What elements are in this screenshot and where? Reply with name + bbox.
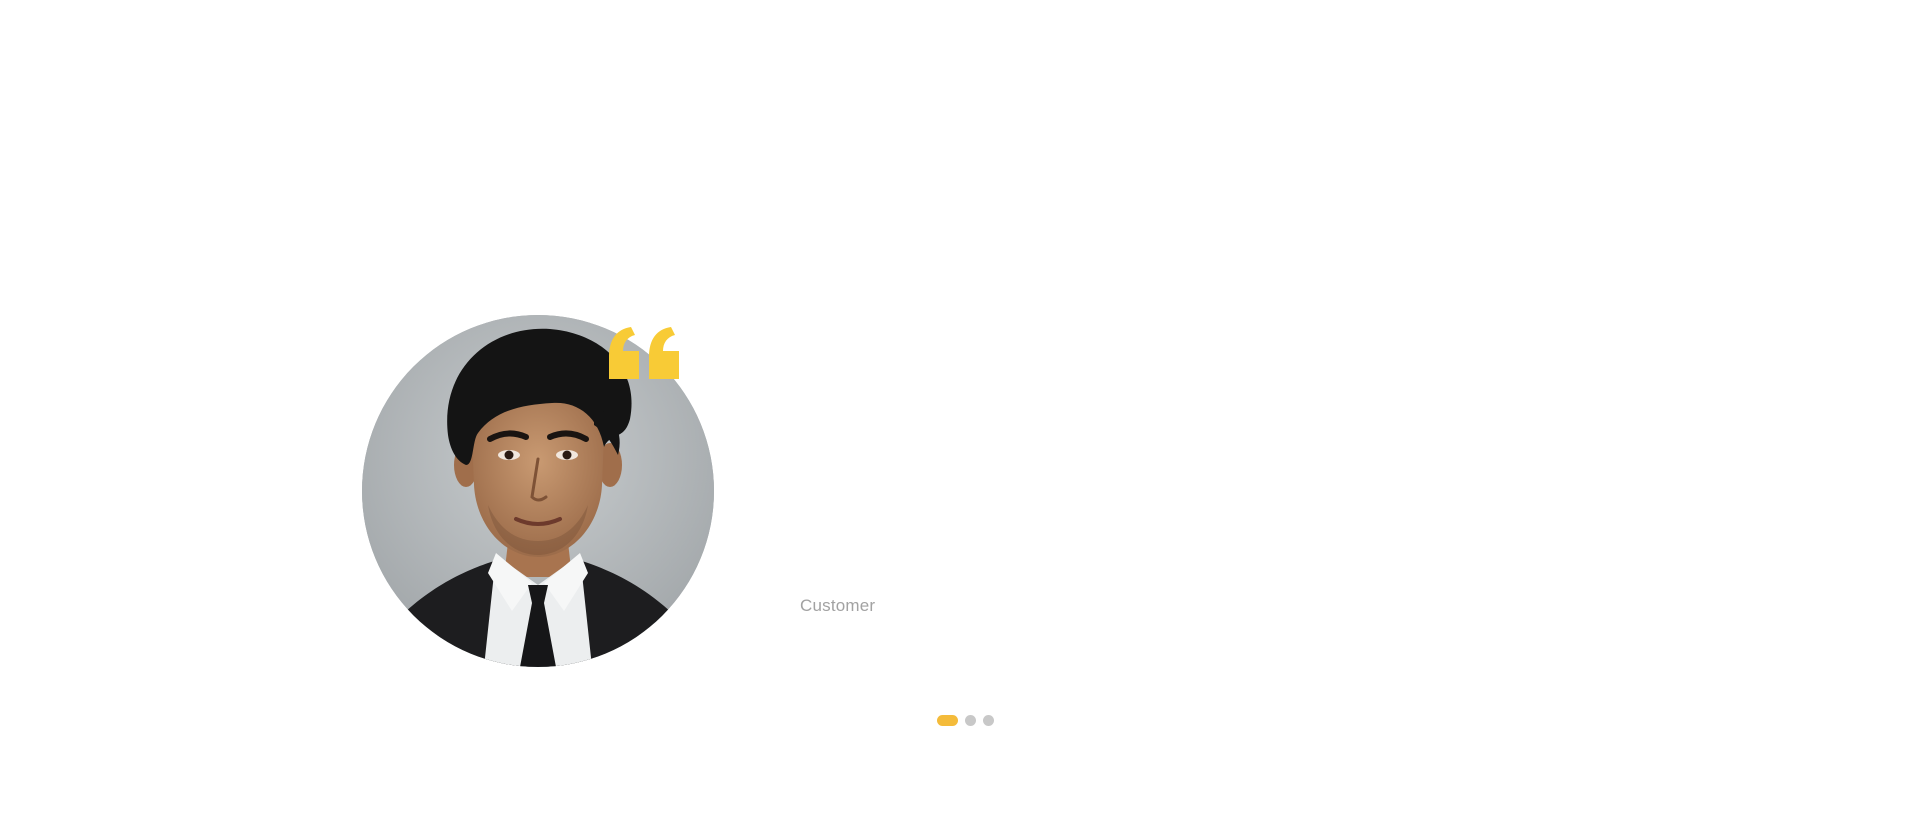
quote-mark-icon [609,327,681,379]
author-role: Customer [800,596,876,615]
pagination-dot-2[interactable] [965,715,976,726]
carousel-pagination [937,715,994,726]
testimonial-slide: Customer [0,0,1920,823]
pagination-dot-1[interactable] [937,715,958,726]
pagination-dot-3[interactable] [983,715,994,726]
